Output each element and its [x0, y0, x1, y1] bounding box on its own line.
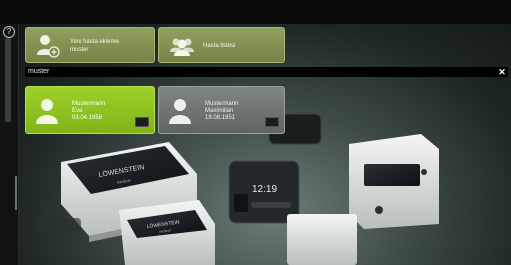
new-patient-label: Yeni hasta ekleme	[70, 39, 119, 45]
patient-avatar-icon	[36, 99, 58, 124]
patient-card[interactable]: Mustermann Maximilian 19.08.1951	[158, 86, 285, 134]
patient-list-label: Hasta listesi	[203, 43, 236, 49]
new-patient-search-term: muster	[70, 47, 89, 53]
device-bottom-left: LÖWENSTEIN medical	[119, 200, 215, 265]
sidebar-scroll-track[interactable]	[5, 38, 11, 122]
new-patient-tile[interactable]: Yeni hasta ekleme muster	[25, 27, 155, 63]
patient-avatar-icon	[169, 99, 191, 124]
patient-first-name: Eva	[72, 108, 83, 114]
sidebar-resize-handle[interactable]	[15, 176, 17, 210]
sidebar: ?	[0, 24, 19, 265]
patient-list-tile[interactable]: Hasta listesi	[158, 27, 285, 63]
patient-card[interactable]: Mustermann Eva 03.04.1958	[25, 86, 155, 134]
clock-display: 12:19	[252, 184, 277, 195]
device-prisma-compact: 12:19	[228, 160, 300, 224]
patient-birth-date: 03.04.1958	[72, 115, 103, 121]
main-area: LÖWENSTEIN medical 12:19 LÖWENSTEIN medi…	[19, 24, 511, 265]
help-icon[interactable]: ?	[3, 26, 15, 38]
device-icon	[135, 117, 149, 127]
search-input[interactable]	[25, 67, 508, 77]
add-user-icon	[37, 35, 60, 58]
users-icon	[170, 38, 194, 56]
patient-last-name: Mustermann	[205, 101, 239, 107]
patient-last-name: Mustermann	[72, 101, 106, 107]
patient-first-name: Maximilian	[205, 108, 234, 114]
patient-birth-date: 19.08.1951	[205, 115, 236, 121]
top-bar	[0, 0, 511, 24]
device-icon	[265, 117, 279, 127]
device-bottom-right	[287, 214, 357, 265]
clear-search-icon[interactable]: ✕	[497, 67, 507, 77]
device-prisma-right	[349, 134, 439, 229]
